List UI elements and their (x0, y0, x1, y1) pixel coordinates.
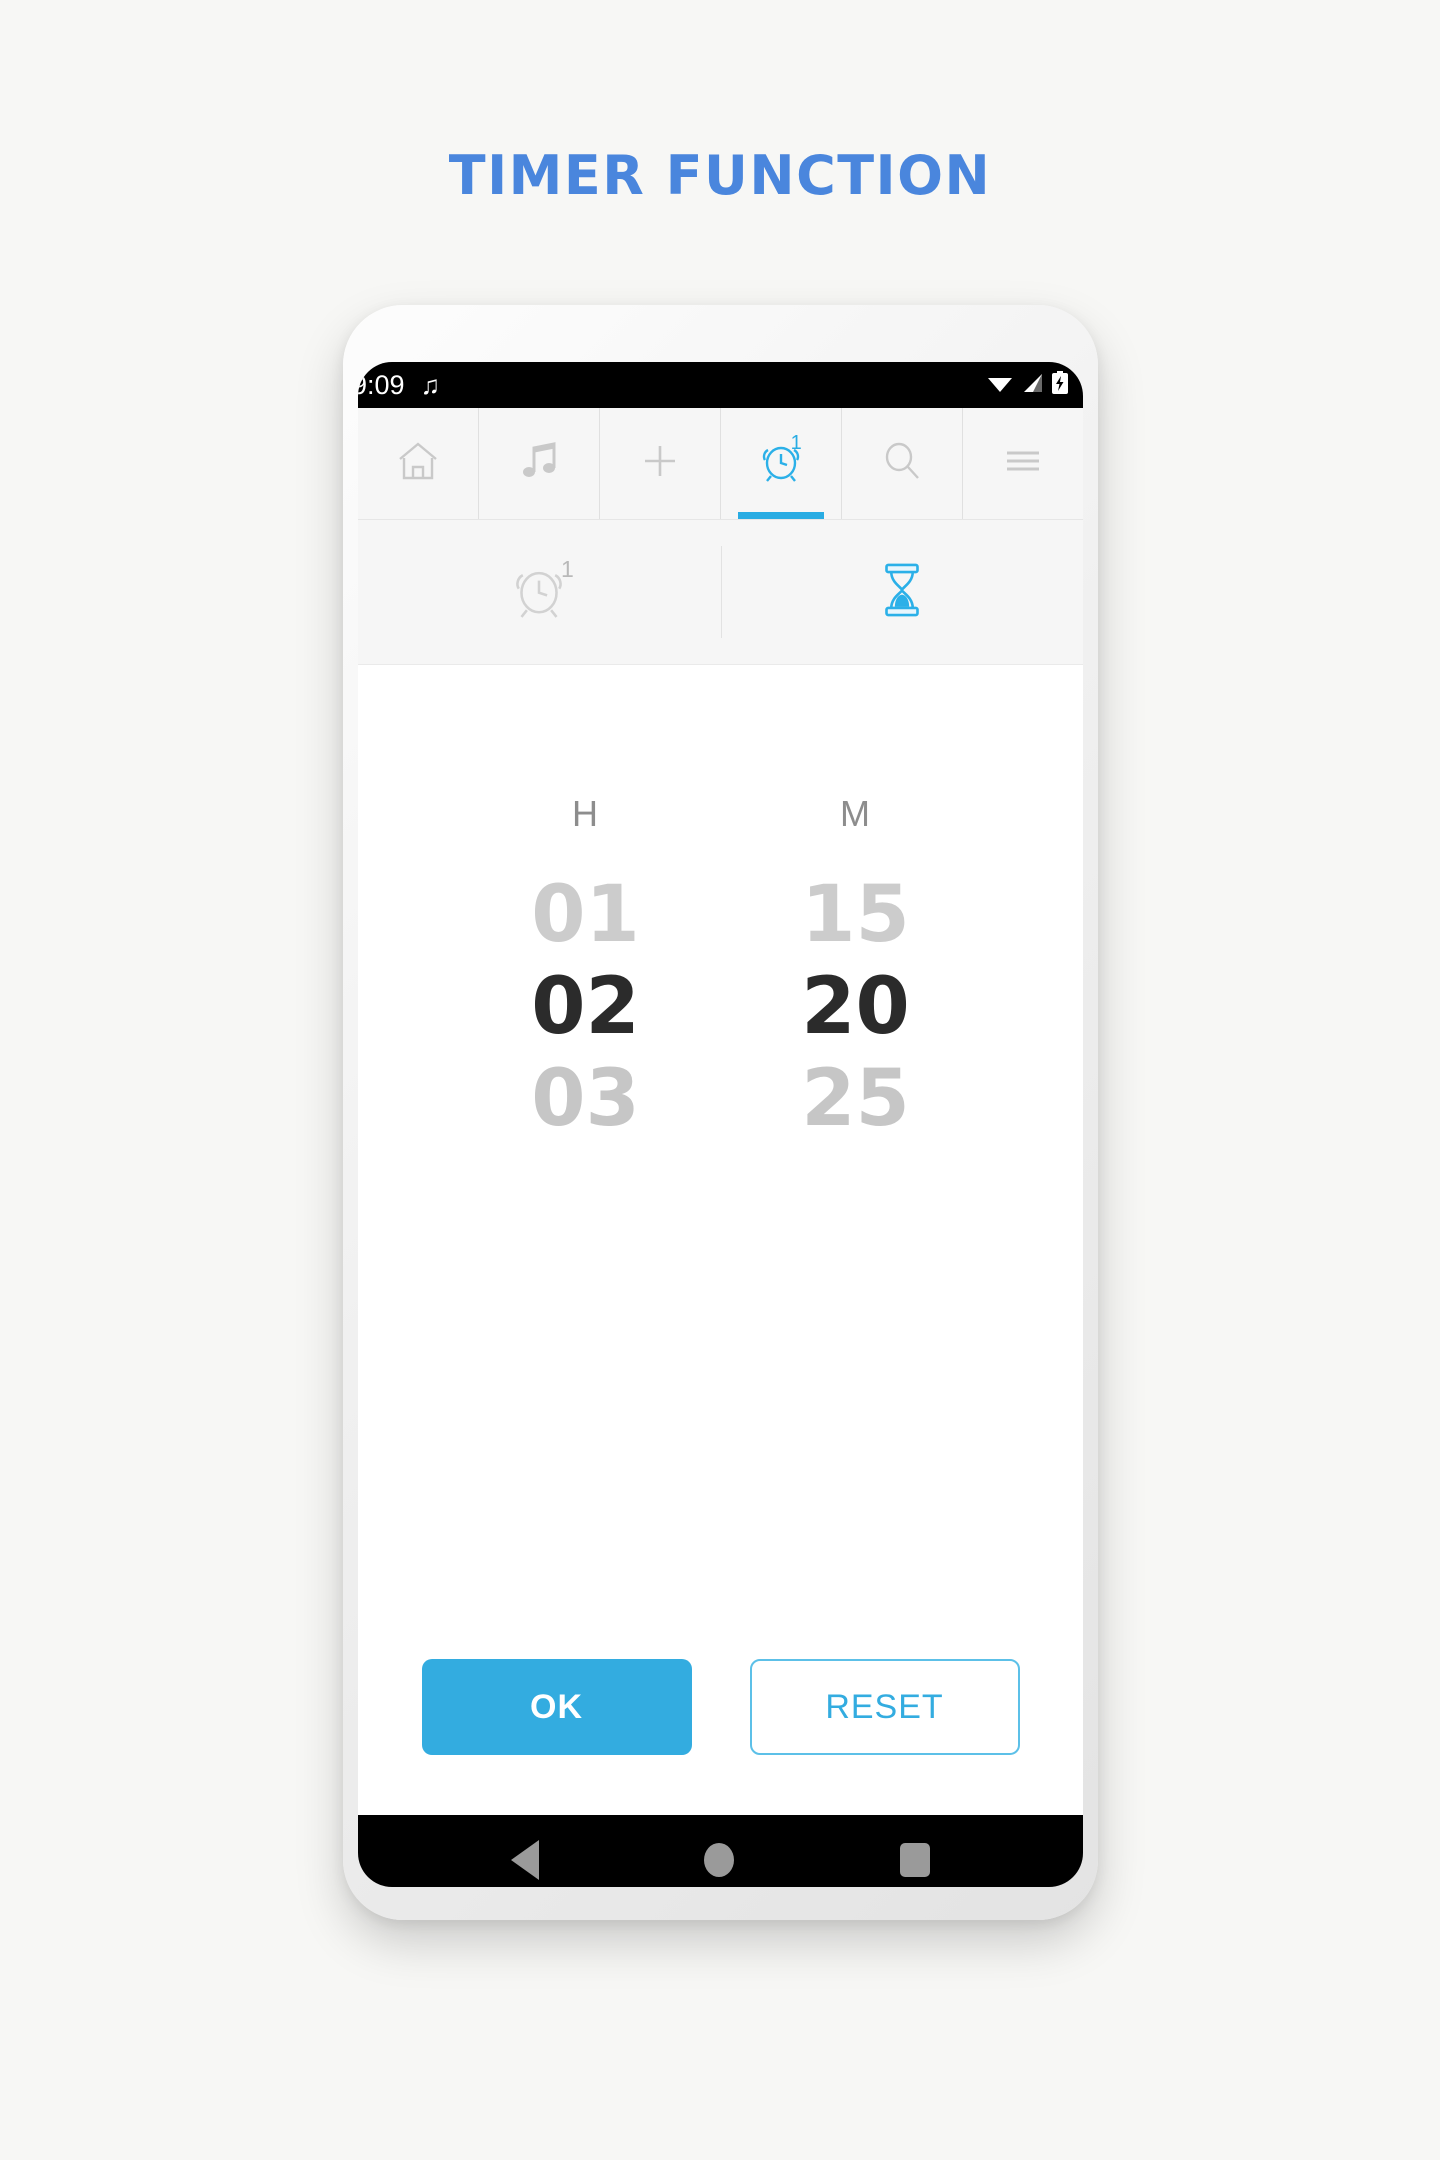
minutes-option-below[interactable]: 25 (761, 1053, 951, 1145)
top-nav-bar: 1 (358, 408, 1083, 520)
minutes-option-above[interactable]: 15 (761, 869, 951, 961)
hours-column[interactable]: H 01 02 03 (491, 793, 681, 1145)
sub-tab-bar: 1 (358, 520, 1083, 665)
signal-icon (1020, 373, 1044, 398)
phone-screen: 9:09 ♫ 1 1 H 01 02 03 M 15 20 25 OK RESE… (358, 362, 1083, 1887)
status-icons (987, 370, 1069, 400)
minutes-column[interactable]: M 15 20 25 (761, 793, 951, 1145)
plus-icon (637, 438, 683, 489)
status-time: 9:09 (358, 369, 405, 400)
reset-button[interactable]: RESET (749, 1659, 1020, 1755)
alarm-badge: 1 (790, 432, 802, 454)
ok-button[interactable]: OK (421, 1659, 692, 1755)
status-bar: 9:09 ♫ (358, 362, 1083, 408)
minutes-option-selected[interactable]: 20 (761, 961, 951, 1053)
hours-option-above[interactable]: 01 (491, 869, 681, 961)
page-root: TIMER FUNCTION 9:09 ♫ 1 1 H 01 02 03 M 1… (0, 0, 1440, 2160)
menu-icon (1000, 438, 1046, 489)
hours-option-selected[interactable]: 02 (491, 961, 681, 1053)
nav-item-menu[interactable] (963, 408, 1083, 519)
hourglass-icon (871, 559, 933, 626)
page-title: TIMER FUNCTION (448, 144, 992, 207)
action-buttons: OK RESET (358, 1659, 1083, 1755)
nav-item-add[interactable] (600, 408, 721, 519)
battery-charging-icon (1051, 370, 1069, 400)
time-picker: H 01 02 03 M 15 20 25 (358, 665, 1083, 1145)
sub-tab-alarm-badge: 1 (561, 556, 574, 582)
sub-tab-timer[interactable] (720, 520, 1084, 664)
nav-item-alarm[interactable]: 1 (721, 408, 842, 519)
timer-content: H 01 02 03 M 15 20 25 OK RESET (358, 665, 1083, 1815)
back-icon[interactable] (510, 1840, 539, 1880)
music-note-icon (516, 438, 562, 489)
hours-label: H (572, 793, 599, 834)
recent-apps-icon[interactable] (900, 1843, 931, 1877)
wifi-icon (987, 373, 1013, 398)
hours-option-below[interactable]: 03 (491, 1053, 681, 1145)
minutes-label: M (840, 793, 871, 834)
nav-item-search[interactable] (842, 408, 963, 519)
music-note-icon: ♫ (420, 370, 441, 400)
active-tab-indicator (737, 512, 825, 519)
sub-tab-alarm[interactable]: 1 (358, 520, 721, 664)
search-icon (879, 438, 925, 489)
home-circle-icon[interactable] (704, 1843, 735, 1877)
nav-item-music[interactable] (479, 408, 600, 519)
android-navigation-bar (358, 1815, 1083, 1887)
nav-item-home[interactable] (358, 408, 479, 519)
home-icon (395, 438, 441, 489)
